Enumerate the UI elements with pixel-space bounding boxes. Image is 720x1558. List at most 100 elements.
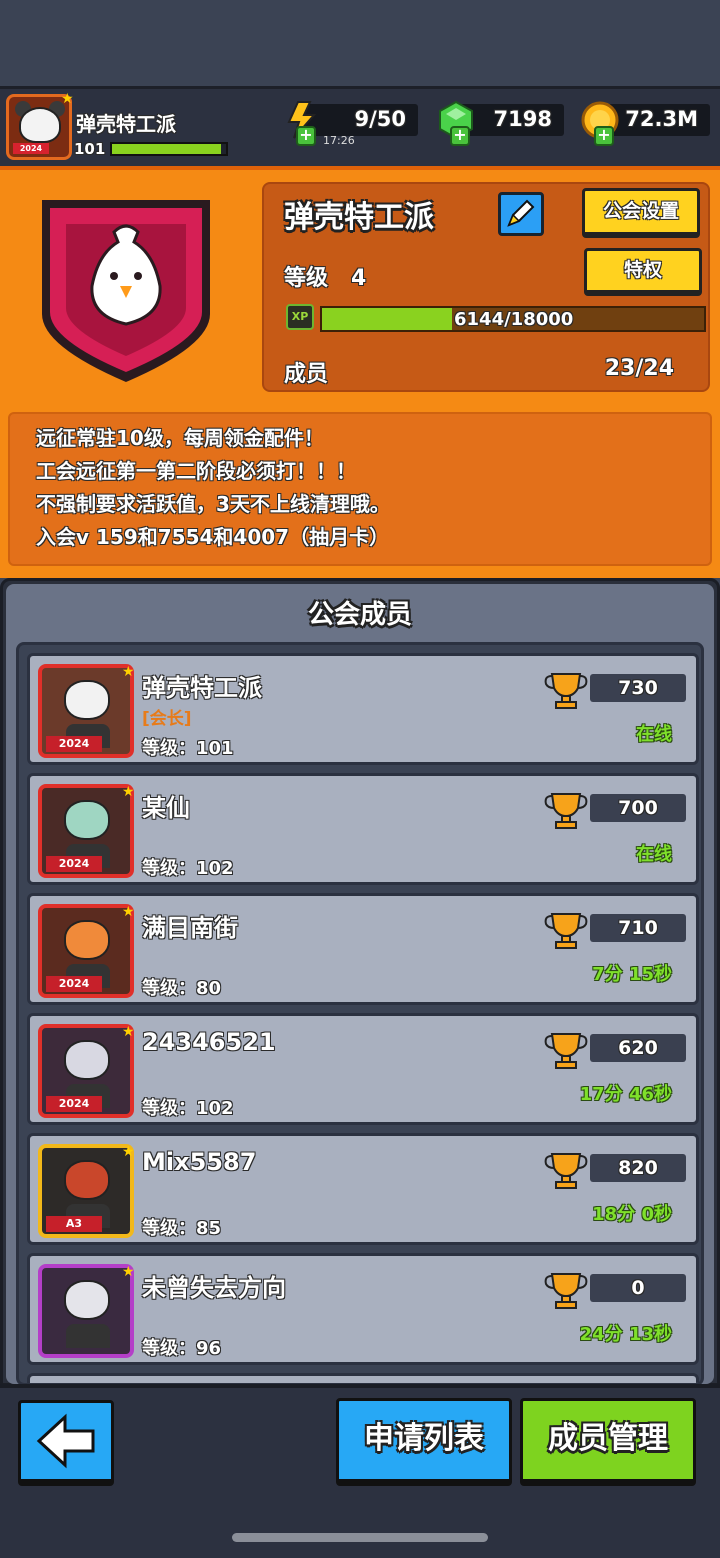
- member-avatar[interactable]: A3 ★: [38, 1144, 135, 1238]
- member-online-status: 17分 46秒: [579, 1084, 672, 1105]
- member-avatar-head: [64, 920, 110, 960]
- top-guild-name: 弹壳特工派: [76, 112, 176, 136]
- player-level: 101: [74, 140, 106, 158]
- member-avatar-head: [64, 800, 110, 840]
- notice-line: 远征常驻10级，每周领金配件！: [36, 426, 324, 450]
- gold-value: 72.3M: [625, 107, 698, 131]
- guild-title: 弹壳特工派: [284, 200, 434, 235]
- star-icon: ★: [122, 904, 135, 920]
- member-online-status: 18分 0秒: [592, 1204, 672, 1225]
- edit-guild-name-button[interactable]: [498, 192, 544, 236]
- member-avatar-badge: 2024: [46, 856, 102, 872]
- member-avatar-head: [64, 1160, 110, 1200]
- player-level-bar: [110, 142, 228, 156]
- add-energy-icon[interactable]: +: [296, 126, 316, 146]
- member-avatar[interactable]: 2024 ★: [38, 904, 135, 998]
- member-name: 某仙: [142, 794, 190, 822]
- member-level: 等级：101: [142, 738, 234, 759]
- notice-line: 工会远征第一第二阶段必须打！！！: [36, 459, 356, 483]
- privilege-button[interactable]: 特权: [584, 248, 702, 296]
- member-score: 820: [590, 1154, 686, 1182]
- player-level-fill: [112, 144, 222, 154]
- trophy-icon: [544, 913, 588, 949]
- member-row[interactable]: ★ 未曾失去方向 等级：96 0 24分 13秒: [27, 1253, 699, 1365]
- member-name: 未曾失去方向: [142, 1274, 286, 1302]
- star-icon: ★: [122, 1144, 135, 1160]
- member-score: 710: [590, 914, 686, 942]
- star-icon: ★: [122, 784, 135, 800]
- members-list[interactable]: 2024 ★ 弹壳特工派 [会长] 等级：101 730 在线 2024 ★ 某…: [16, 642, 704, 1386]
- member-role: [会长]: [142, 709, 192, 729]
- member-avatar-head: [64, 1040, 110, 1080]
- member-name: Mix5587: [142, 1148, 257, 1176]
- member-online-status: 在线: [636, 844, 672, 865]
- star-icon: ★: [61, 91, 74, 107]
- member-online-status: 7分 15秒: [592, 964, 672, 985]
- member-avatar-badge: 2024: [46, 976, 102, 992]
- guild-notice: 远征常驻10级，每周领金配件！ 工会远征第一第二阶段必须打！！！ 不强制要求活跃…: [8, 412, 712, 566]
- member-level: 等级：102: [142, 858, 234, 879]
- member-avatar-head: [64, 680, 110, 720]
- guild-settings-button[interactable]: 公会设置: [582, 188, 700, 238]
- member-online-status: 在线: [636, 724, 672, 745]
- members-label: 成员: [284, 362, 329, 387]
- guild-level-value: 4: [351, 266, 367, 291]
- member-row[interactable]: 2024 ★ 弹壳特工派 [会长] 等级：101 730 在线: [27, 653, 699, 765]
- member-row[interactable]: 2024 ★ 24346521 等级：102 620 17分 46秒: [27, 1013, 699, 1125]
- member-avatar[interactable]: 2024 ★: [38, 664, 135, 758]
- player-avatar[interactable]: 2024 ★: [6, 91, 74, 160]
- member-name: 24346521: [142, 1028, 276, 1056]
- member-avatar-badge: 2024: [46, 736, 102, 752]
- member-management-button[interactable]: 成员管理: [520, 1398, 696, 1486]
- notice-line: 入会v 159和7554和4007（抽月卡）: [36, 525, 390, 549]
- notice-line: 不强制要求活跃值，3天不上线清理哦。: [36, 492, 390, 516]
- member-avatar[interactable]: ★: [38, 1264, 135, 1358]
- trophy-icon: [544, 1153, 588, 1189]
- member-name: 弹壳特工派: [142, 674, 262, 702]
- star-icon: ★: [122, 1264, 135, 1280]
- member-score: 0: [590, 1274, 686, 1302]
- guild-emblem-chicken-icon[interactable]: [28, 186, 224, 390]
- add-gems-icon[interactable]: +: [450, 126, 470, 146]
- member-row[interactable]: 2024 ★ 某仙 等级：102 700 在线: [27, 773, 699, 885]
- star-icon: ★: [122, 664, 135, 680]
- member-row[interactable]: A3 ★ Mix5587 等级：85 820 18分 0秒: [27, 1133, 699, 1245]
- add-gold-icon[interactable]: +: [594, 126, 614, 146]
- member-level: 等级：80: [142, 978, 222, 999]
- xp-icon: XP: [286, 304, 314, 330]
- member-score: 620: [590, 1034, 686, 1062]
- member-avatar[interactable]: 2024 ★: [38, 784, 135, 878]
- member-score: 700: [590, 794, 686, 822]
- member-avatar-head: [64, 1280, 110, 1320]
- guild-level: 等级 4: [284, 260, 366, 292]
- apply-list-button[interactable]: 申请列表: [336, 1398, 512, 1486]
- trophy-icon: [544, 793, 588, 829]
- home-indicator[interactable]: [232, 1533, 488, 1542]
- back-button[interactable]: [18, 1400, 114, 1486]
- member-level: 等级：85: [142, 1218, 222, 1239]
- member-level: 等级：102: [142, 1098, 234, 1119]
- pencil-icon: [507, 199, 535, 227]
- members-panel-title: 公会成员: [307, 600, 412, 630]
- panda-face-icon: [19, 107, 61, 143]
- trophy-icon: [544, 673, 588, 709]
- member-score: 730: [590, 674, 686, 702]
- avatar-year-badge: 2024: [13, 143, 49, 154]
- guild-xp-fill: [322, 308, 453, 330]
- energy-timer: 17:26: [323, 134, 355, 147]
- member-avatar-badge: 2024: [46, 1096, 102, 1112]
- members-count: 23/24: [604, 356, 674, 381]
- member-online-status: 24分 13秒: [579, 1324, 672, 1345]
- guild-level-label: 等级: [284, 266, 329, 291]
- trophy-icon: [544, 1273, 588, 1309]
- guild-xp-text: 6144/18000: [454, 309, 574, 330]
- member-avatar[interactable]: 2024 ★: [38, 1024, 135, 1118]
- member-row[interactable]: 2024 ★ 满目南街 等级：80 710 7分 15秒: [27, 893, 699, 1005]
- gems-value: 7198: [493, 107, 552, 131]
- member-name: 满目南街: [142, 914, 238, 942]
- energy-value: 9/50: [354, 107, 406, 131]
- trophy-icon: [544, 1033, 588, 1069]
- member-avatar-body: [66, 1324, 110, 1348]
- member-avatar-badge: A3: [46, 1216, 102, 1232]
- member-level: 等级：96: [142, 1338, 222, 1359]
